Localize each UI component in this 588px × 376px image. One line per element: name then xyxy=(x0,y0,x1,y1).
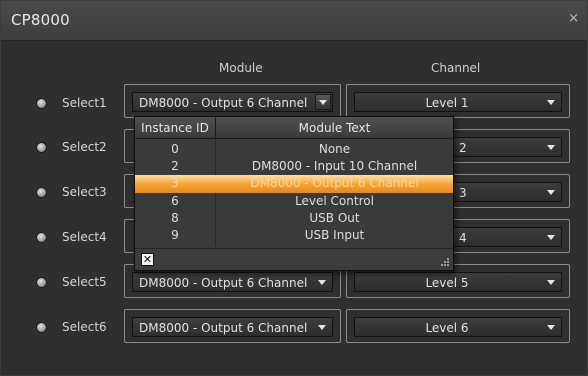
module-text: None xyxy=(318,142,351,156)
channel-combo-6[interactable]: Level 6 xyxy=(354,317,562,337)
module-combo-5[interactable]: DM8000 - Output 6 Channel xyxy=(132,272,333,292)
chevron-down-icon xyxy=(319,100,327,105)
close-icon[interactable]: × xyxy=(568,11,579,26)
dropdown-item[interactable]: 2 DM8000 - Input 10 Channel xyxy=(135,158,453,175)
dropdown-item[interactable]: 9 USB Input xyxy=(135,227,453,244)
chevron-down-icon xyxy=(318,325,326,330)
module-text: DM8000 - Input 10 Channel xyxy=(251,159,418,174)
title-bar[interactable]: CP8000 × xyxy=(1,1,587,41)
channel-value: Level 1 xyxy=(425,96,469,110)
dropdown-footer: ✕ xyxy=(135,248,453,270)
instance-id: 9 xyxy=(171,227,179,242)
select3-radio[interactable] xyxy=(36,187,47,198)
dropdown-item[interactable]: 6 Level Control xyxy=(135,193,453,210)
module-text: USB Input xyxy=(304,227,365,242)
row-label: Select2 xyxy=(62,140,107,154)
channel-value: 3 xyxy=(459,186,467,200)
chevron-down-icon xyxy=(547,325,555,330)
module-column-header: Module xyxy=(219,61,263,75)
instance-id: 8 xyxy=(171,210,179,225)
channel-value: Level 6 xyxy=(425,321,469,335)
chevron-down-icon xyxy=(547,190,555,195)
window-title: CP8000 xyxy=(11,11,70,29)
dropdown-item[interactable]: 8 USB Out xyxy=(135,210,453,227)
select1-radio[interactable] xyxy=(36,98,47,109)
module-value: DM8000 - Output 6 Channel xyxy=(139,96,308,110)
row-label: Select3 xyxy=(62,185,107,199)
instance-id-header[interactable]: Instance ID xyxy=(135,121,215,135)
module-dropdown-list: Instance ID Module Text 0 None 2 DM8000 … xyxy=(134,116,454,271)
chevron-down-icon xyxy=(318,280,326,285)
channel-combo-5[interactable]: Level 5 xyxy=(354,272,562,292)
instance-id: 6 xyxy=(171,193,179,208)
cp8000-window: CP8000 × Module Channel Select1 DM8000 -… xyxy=(0,0,588,376)
module-value: DM8000 - Output 6 Channel xyxy=(139,321,308,335)
select6-radio[interactable] xyxy=(36,322,47,333)
instance-id: 0 xyxy=(171,142,179,156)
module-combo-1[interactable]: DM8000 - Output 6 Channel xyxy=(132,92,333,112)
dropdown-button[interactable] xyxy=(315,94,331,110)
channel-combo-1[interactable]: Level 1 xyxy=(354,92,562,112)
dropdown-header: Instance ID Module Text xyxy=(135,117,453,139)
channel-column-header: Channel xyxy=(431,61,481,75)
channel-value: Level 5 xyxy=(425,276,469,290)
chevron-down-icon xyxy=(547,235,555,240)
module-combo-6[interactable]: DM8000 - Output 6 Channel xyxy=(132,317,333,337)
dropdown-rows: 0 None 2 DM8000 - Input 10 Channel 3 DM8… xyxy=(135,141,453,244)
dropdown-item-selected[interactable]: 3 DM8000 - Output 6 Channel xyxy=(135,175,453,193)
chevron-down-icon xyxy=(547,145,555,150)
instance-id: 2 xyxy=(171,159,179,174)
select2-radio[interactable] xyxy=(36,142,47,153)
row-label: Select5 xyxy=(62,275,107,289)
channel-value: 4 xyxy=(459,231,467,245)
instance-id: 3 xyxy=(171,176,179,191)
module-text: USB Out xyxy=(309,210,360,225)
row-label: Select1 xyxy=(62,96,107,110)
row-label: Select6 xyxy=(62,320,107,334)
module-value: DM8000 - Output 6 Channel xyxy=(139,276,308,290)
resize-grip-icon[interactable] xyxy=(441,258,450,267)
chevron-down-icon xyxy=(547,280,555,285)
close-icon[interactable]: ✕ xyxy=(141,253,154,266)
module-text: Level Control xyxy=(295,193,374,208)
module-text: DM8000 - Output 6 Channel xyxy=(250,176,419,191)
channel-value: 2 xyxy=(459,141,467,155)
module-text-header[interactable]: Module Text xyxy=(216,121,453,135)
dropdown-item[interactable]: 0 None xyxy=(135,141,453,158)
row-label: Select4 xyxy=(62,230,107,244)
select4-radio[interactable] xyxy=(36,232,47,243)
select5-radio[interactable] xyxy=(36,277,47,288)
chevron-down-icon xyxy=(547,100,555,105)
